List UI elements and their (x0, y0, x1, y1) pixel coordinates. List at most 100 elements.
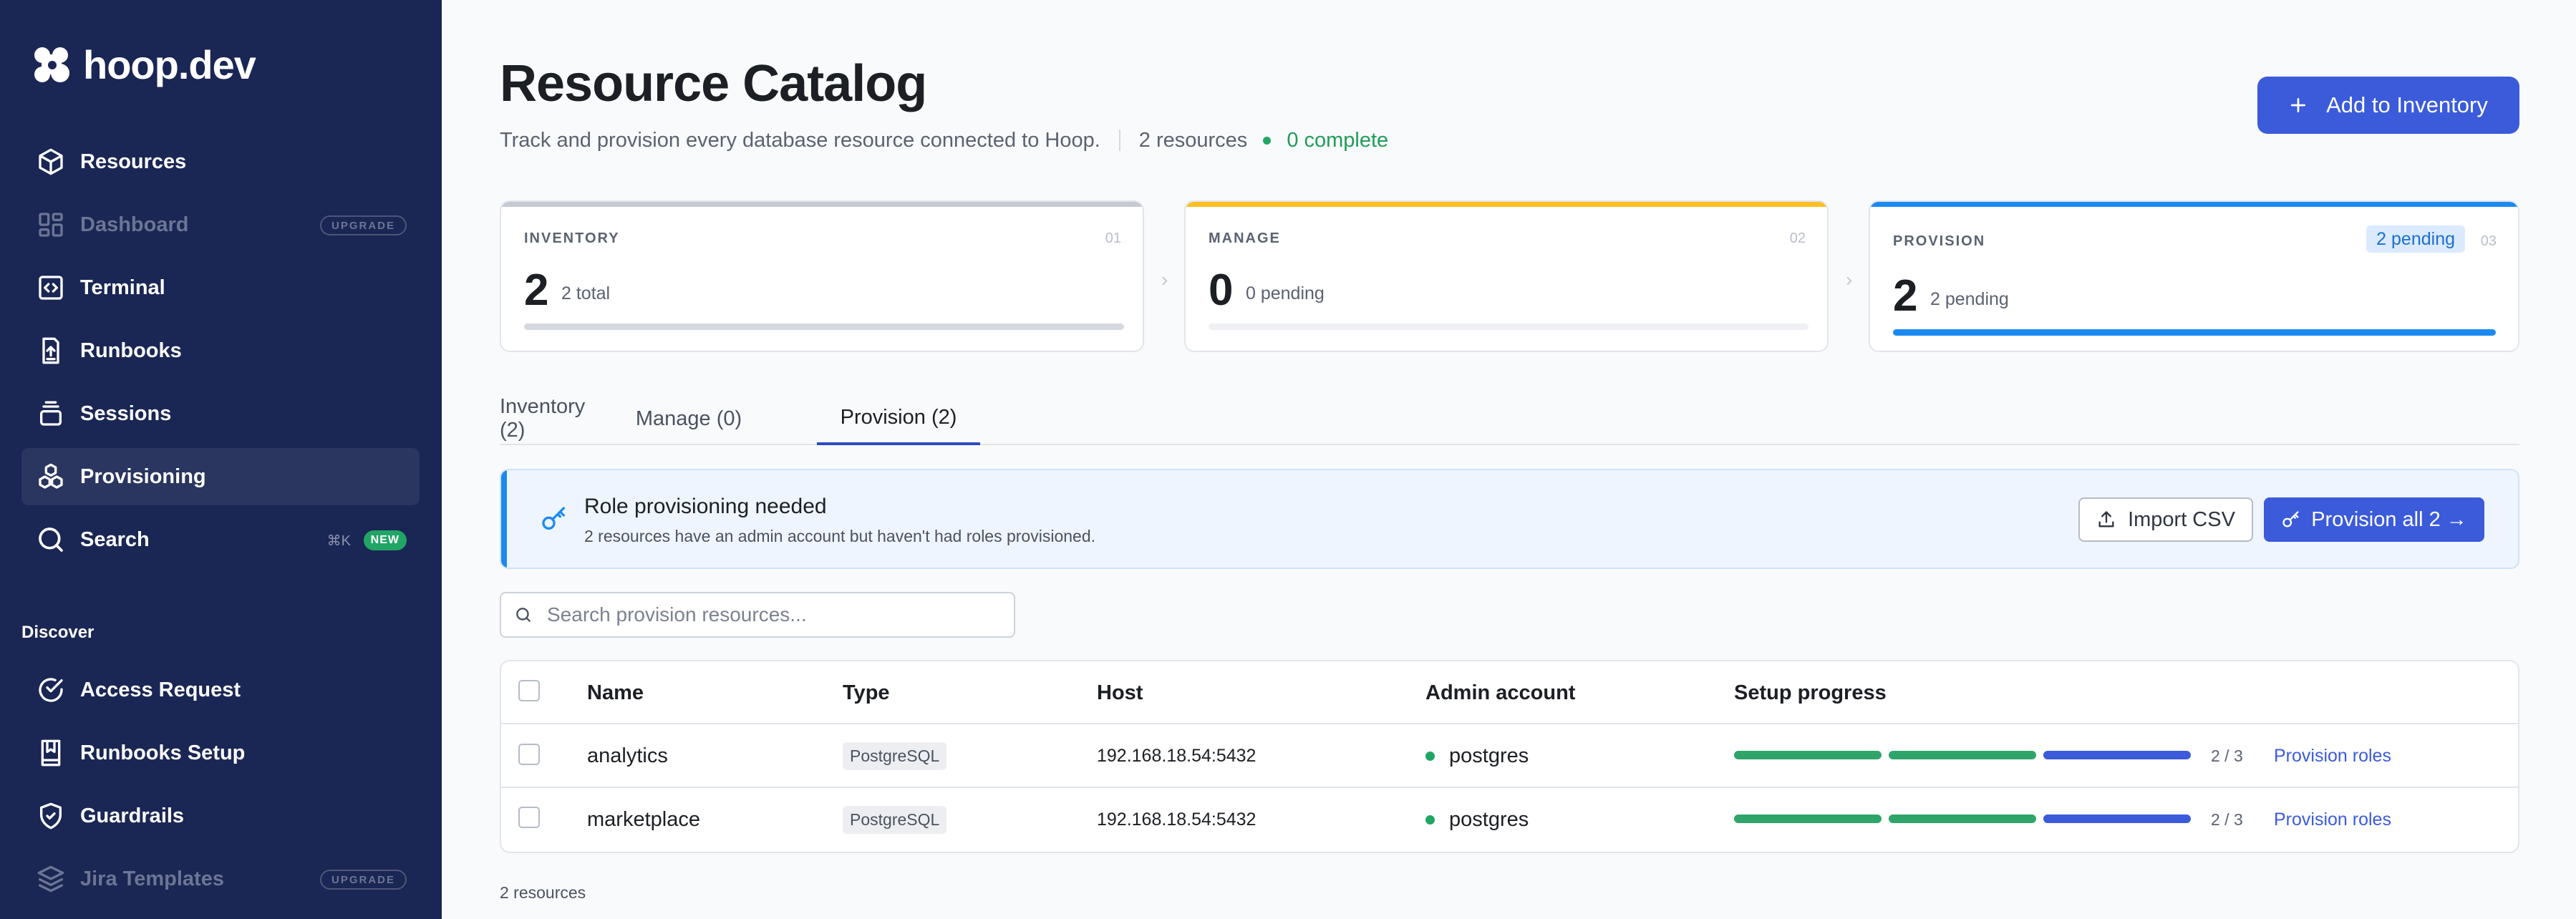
banner-description: 2 resources have an admin account but ha… (584, 527, 1095, 545)
add-to-inventory-button[interactable]: Add to Inventory (2257, 77, 2519, 134)
setup-progress-bar (1734, 751, 2191, 759)
provision-roles-link[interactable]: Provision roles (2274, 788, 2391, 852)
sidebar-item-sessions[interactable]: Sessions (21, 385, 420, 442)
upload-icon (2098, 511, 2114, 527)
card-value: 2 (1893, 271, 1918, 321)
upgrade-badge: UPGRADE (319, 215, 407, 235)
provisioning-banner: Role provisioning needed 2 resources hav… (500, 469, 2519, 569)
cubes-icon (33, 459, 69, 495)
card-label: MANAGE (1209, 230, 1281, 246)
select-all-checkbox[interactable] (518, 680, 540, 701)
admin-name: postgres (1449, 808, 1529, 831)
chevron-right-icon: › (1846, 268, 1853, 291)
table-header: Name Type Host Admin account Setup progr… (501, 661, 2518, 724)
sidebar-item-label: Provisioning (80, 465, 206, 488)
provision-all-button[interactable]: Provision all 2 → (2264, 497, 2484, 542)
sidebar-item-label: Sessions (80, 402, 172, 425)
tab-manage[interactable]: Manage (0) (629, 392, 749, 445)
search-icon (516, 608, 531, 622)
card-step-number: 03 (2480, 233, 2497, 249)
card-accent (501, 202, 1143, 207)
sidebar-item-runbooks-setup[interactable]: Runbooks Setup (21, 724, 420, 782)
logo-text: hoop.dev (83, 42, 256, 87)
sidebar-item-search[interactable]: Search ⌘K NEW (21, 511, 420, 568)
provision-card[interactable]: PROVISION 2 pending 03 2 2 pending (1869, 200, 2519, 352)
admin-account: postgres (1425, 788, 1529, 852)
row-checkbox[interactable] (518, 744, 540, 765)
status-dot (1425, 815, 1435, 825)
complete-count: 0 complete (1287, 128, 1389, 152)
manage-card[interactable]: MANAGE 02 0 0 pending (1184, 200, 1829, 352)
progress-segment (2043, 815, 2191, 823)
sidebar-item-access-request[interactable]: Access Request (21, 661, 420, 719)
card-step-number: 01 (1105, 230, 1121, 246)
card-accent (1870, 202, 2518, 207)
card-step-number: 02 (1789, 230, 1806, 246)
book-bookmark-icon (33, 735, 69, 771)
terminal-icon (33, 270, 69, 306)
layers-icon (33, 861, 69, 897)
sidebar-item-label: Terminal (80, 276, 165, 299)
stack-icon (33, 396, 69, 432)
progress-segment (1734, 815, 1882, 823)
tab-bar: Inventory (2) Manage (0) Provision (2) (500, 392, 2519, 445)
main-content: Resource Catalog Track and provision eve… (442, 0, 2576, 919)
resource-name: analytics (587, 744, 668, 767)
resources-table: Name Type Host Admin account Setup progr… (500, 660, 2519, 853)
discover-section-title: Discover (21, 623, 95, 642)
search-input[interactable] (546, 603, 1004, 627)
card-value: 2 (524, 266, 549, 315)
hoop-logo-icon (34, 47, 69, 82)
card-label: PROVISION (1893, 233, 1986, 249)
import-csv-button[interactable]: Import CSV (2078, 497, 2253, 542)
search-icon (33, 522, 69, 558)
sidebar-item-provisioning[interactable]: Provisioning (21, 448, 420, 505)
chevron-right-icon: › (1161, 268, 1168, 291)
column-header-admin[interactable]: Admin account (1425, 661, 1575, 724)
sidebar-item-dashboard[interactable]: Dashboard UPGRADE (21, 196, 420, 253)
progress-segment (1734, 751, 1882, 759)
admin-name: postgres (1449, 744, 1529, 767)
search-box (500, 592, 1015, 638)
page-title: Resource Catalog (500, 55, 927, 112)
pending-badge: 2 pending (2366, 225, 2465, 253)
sidebar-item-label: Search (80, 527, 150, 551)
column-header-type[interactable]: Type (843, 661, 890, 724)
table-row[interactable]: marketplace PostgreSQL 192.168.18.54:543… (501, 788, 2518, 852)
host-value: 192.168.18.54:5432 (1097, 809, 1256, 830)
column-header-progress[interactable]: Setup progress (1734, 661, 1887, 724)
shield-check-icon (33, 798, 69, 834)
progress-segment (2043, 751, 2191, 759)
column-header-name[interactable]: Name (587, 661, 644, 724)
provision-roles-link[interactable]: Provision roles (2274, 724, 2391, 788)
sidebar-item-resources[interactable]: Resources (21, 133, 420, 190)
banner-title: Role provisioning needed (584, 495, 827, 518)
logo[interactable]: hoop.dev (32, 42, 256, 88)
admin-account: postgres (1425, 724, 1529, 788)
sidebar-item-jira-templates[interactable]: Jira Templates UPGRADE (21, 850, 420, 908)
card-progress-track (1893, 329, 2496, 336)
import-csv-label: Import CSV (2128, 507, 2235, 531)
inventory-card[interactable]: INVENTORY 01 2 2 total (500, 200, 1144, 352)
key-icon (2282, 511, 2299, 527)
new-badge: NEW (363, 530, 407, 550)
row-checkbox[interactable] (518, 807, 540, 828)
sidebar-item-guardrails[interactable]: Guardrails (21, 787, 420, 845)
progress-segment (1889, 751, 2036, 759)
tab-provision[interactable]: Provision (2) (817, 392, 980, 445)
dashboard-icon (33, 207, 69, 243)
sidebar-item-label: Access Request (80, 678, 241, 701)
resource-count: 2 resources (1138, 128, 1248, 152)
status-dot (1263, 136, 1272, 145)
provision-all-label: Provision all 2 → (2311, 507, 2467, 531)
sidebar-item-runbooks[interactable]: Runbooks (21, 322, 420, 379)
tab-inventory[interactable]: Inventory (2) (500, 392, 607, 445)
sidebar-item-terminal[interactable]: Terminal (21, 259, 420, 316)
runbook-icon (33, 333, 69, 369)
table-row[interactable]: analytics PostgreSQL 192.168.18.54:5432 … (501, 724, 2518, 788)
card-progress-fill (524, 324, 1124, 330)
column-header-host[interactable]: Host (1097, 661, 1143, 724)
sidebar-item-label: Runbooks (80, 339, 182, 362)
type-badge: PostgreSQL (843, 742, 947, 770)
plus-icon (2291, 97, 2306, 113)
